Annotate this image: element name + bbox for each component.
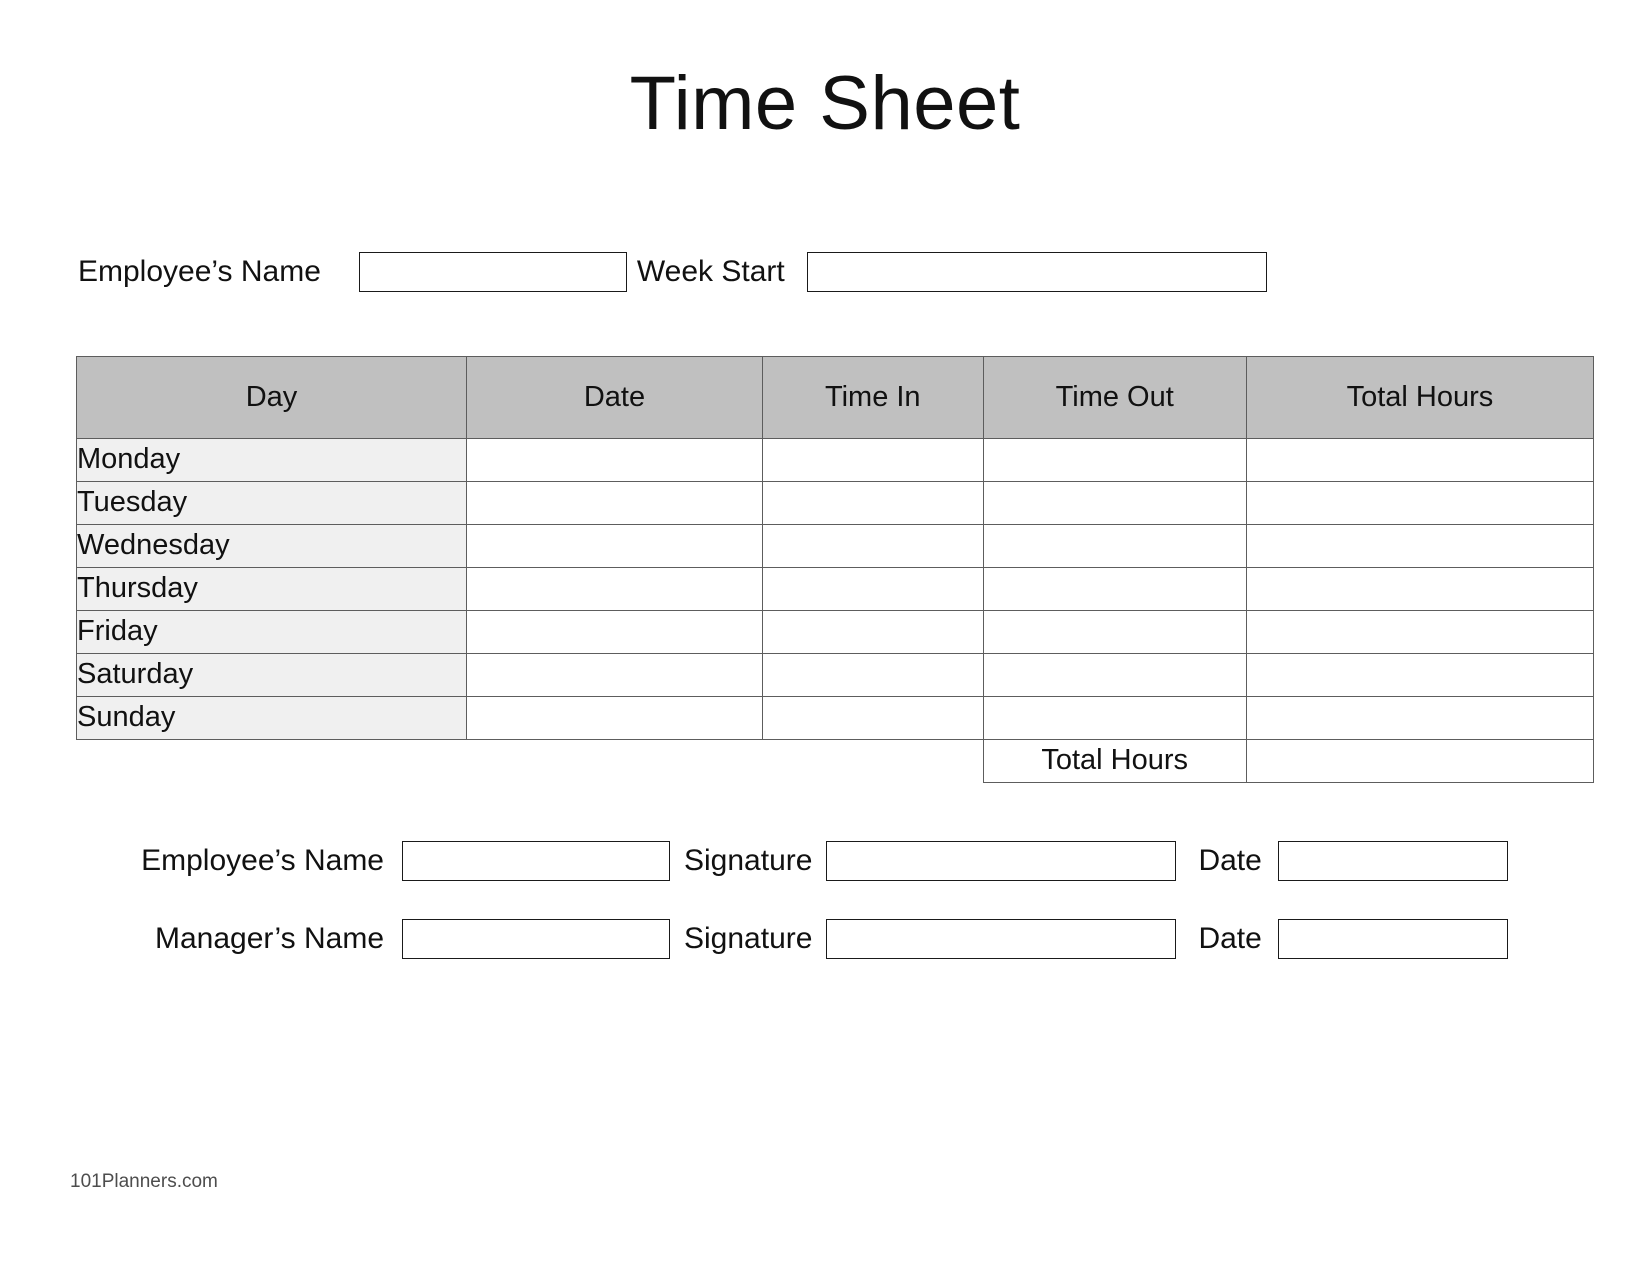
total-hours-label: Total Hours — [982, 738, 1247, 783]
manager-date-label: Date — [1198, 921, 1262, 955]
day-label-monday: Monday — [76, 437, 467, 482]
cell-time-out-saturday[interactable] — [982, 652, 1247, 697]
cell-total-hours-sunday[interactable] — [1245, 695, 1595, 740]
cell-date-wednesday[interactable] — [465, 523, 764, 568]
column-header-total-hours: Total Hours — [1245, 355, 1595, 439]
employee-name-input[interactable] — [358, 251, 627, 292]
table-body: Monday Tuesday Wednesday Thursday Friday… — [76, 437, 1595, 783]
manager-signature-row: Manager’s Name Signature Date — [78, 918, 1572, 959]
cell-total-hours-friday[interactable] — [1245, 609, 1595, 654]
summary-spacer-time-in — [763, 739, 984, 782]
day-label-tuesday: Tuesday — [76, 480, 467, 525]
summary-spacer-date — [466, 739, 762, 782]
table-row: Saturday — [76, 652, 1595, 697]
summary-spacer-day — [77, 739, 467, 782]
table-row: Friday — [76, 609, 1595, 654]
cell-total-hours-saturday[interactable] — [1245, 652, 1595, 697]
cell-time-out-friday[interactable] — [982, 609, 1247, 654]
cell-time-out-sunday[interactable] — [982, 695, 1247, 740]
table-row: Thursday — [76, 566, 1595, 611]
week-start-input[interactable] — [806, 251, 1267, 292]
cell-total-hours-tuesday[interactable] — [1245, 480, 1595, 525]
footer-credit: 101Planners.com — [70, 1171, 218, 1192]
column-header-time-in: Time In — [762, 355, 984, 439]
column-header-time-out: Time Out — [982, 355, 1247, 439]
manager-signature-label: Signature — [684, 921, 813, 955]
employee-signature-row: Employee’s Name Signature Date — [78, 840, 1572, 881]
cell-time-in-saturday[interactable] — [762, 652, 984, 697]
table-row: Tuesday — [76, 480, 1595, 525]
employee-signature-input[interactable] — [826, 840, 1177, 881]
table-header-row: Day Date Time In Time Out Total Hours — [76, 355, 1595, 439]
day-label-saturday: Saturday — [76, 652, 467, 697]
time-sheet-page: Time Sheet Employee’s Name Week Start Da… — [0, 0, 1650, 1275]
day-label-thursday: Thursday — [76, 566, 467, 611]
cell-total-hours-thursday[interactable] — [1245, 566, 1595, 611]
cell-time-in-thursday[interactable] — [762, 566, 984, 611]
manager-date-input[interactable] — [1277, 918, 1508, 959]
employee-signature-name-input[interactable] — [402, 840, 670, 881]
cell-date-monday[interactable] — [465, 437, 764, 482]
cell-date-saturday[interactable] — [465, 652, 764, 697]
manager-signature-input[interactable] — [826, 918, 1177, 959]
column-header-day: Day — [76, 355, 467, 439]
cell-date-tuesday[interactable] — [465, 480, 764, 525]
cell-time-in-monday[interactable] — [762, 437, 984, 482]
cell-total-hours-wednesday[interactable] — [1245, 523, 1595, 568]
cell-total-hours-monday[interactable] — [1245, 437, 1595, 482]
cell-time-in-wednesday[interactable] — [762, 523, 984, 568]
day-label-wednesday: Wednesday — [76, 523, 467, 568]
manager-signature-name-input[interactable] — [402, 918, 670, 959]
table-row: Monday — [76, 437, 1595, 482]
cell-date-sunday[interactable] — [465, 695, 764, 740]
employee-date-label: Date — [1198, 843, 1262, 877]
employee-signature-label: Signature — [684, 843, 813, 877]
cell-time-out-wednesday[interactable] — [982, 523, 1247, 568]
cell-time-in-tuesday[interactable] — [762, 480, 984, 525]
cell-time-out-monday[interactable] — [982, 437, 1247, 482]
day-label-friday: Friday — [76, 609, 467, 654]
manager-signature-name-label: Manager’s Name — [155, 921, 384, 955]
employee-date-input[interactable] — [1277, 840, 1508, 881]
signature-section: Employee’s Name Signature Date Manager’s… — [0, 840, 1650, 959]
cell-time-in-sunday[interactable] — [762, 695, 984, 740]
timesheet-table: Day Date Time In Time Out Total Hours Mo… — [76, 355, 1595, 783]
cell-time-in-friday[interactable] — [762, 609, 984, 654]
week-start-label: Week Start — [636, 254, 785, 288]
header-fields-row: Employee’s Name Week Start — [0, 251, 1650, 292]
table-row: Sunday — [76, 695, 1595, 740]
employee-name-label: Employee’s Name — [78, 254, 321, 288]
cell-time-out-thursday[interactable] — [982, 566, 1247, 611]
cell-time-out-tuesday[interactable] — [982, 480, 1247, 525]
column-header-date: Date — [465, 355, 764, 439]
table-header: Day Date Time In Time Out Total Hours — [76, 355, 1595, 439]
cell-date-thursday[interactable] — [465, 566, 764, 611]
table-row: Wednesday — [76, 523, 1595, 568]
employee-signature-name-label: Employee’s Name — [141, 843, 384, 877]
day-label-sunday: Sunday — [76, 695, 467, 740]
total-hours-value[interactable] — [1245, 738, 1595, 783]
cell-date-friday[interactable] — [465, 609, 764, 654]
page-title: Time Sheet — [629, 61, 1021, 146]
table-summary-row: Total Hours — [77, 738, 1595, 783]
